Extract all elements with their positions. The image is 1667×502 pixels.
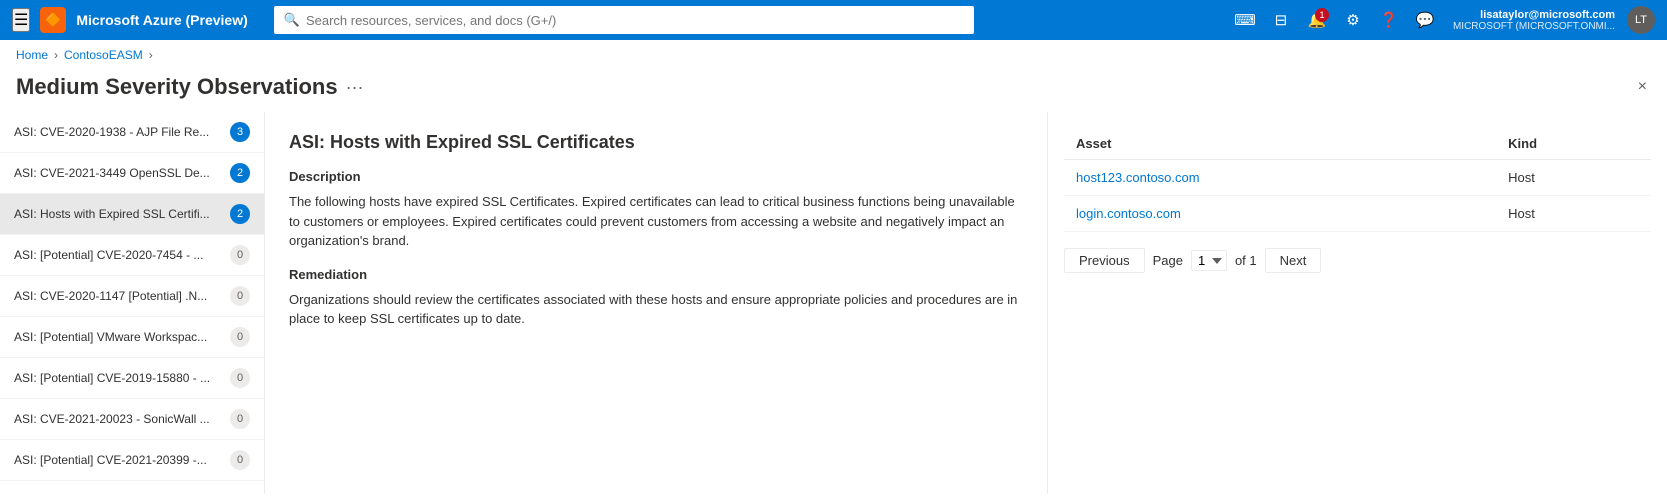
list-item-label: ASI: [Potential] VMware Workspac... [14, 330, 222, 344]
cell-asset: host123.contoso.com [1064, 160, 1496, 196]
list-item[interactable]: ASI: [Potential] CVE-2019-15880 - ... 0 [0, 358, 264, 399]
previous-button[interactable]: Previous [1064, 248, 1145, 273]
help-button[interactable]: ❓ [1373, 4, 1405, 36]
col-asset: Asset [1064, 128, 1496, 160]
page-header: Medium Severity Observations ··· × [0, 70, 1667, 112]
list-item-badge: 0 [230, 409, 250, 429]
list-item-badge: 0 [230, 245, 250, 265]
list-item-badge: 2 [230, 163, 250, 183]
list-item-label: ASI: Hosts with Expired SSL Certifi... [14, 207, 222, 221]
breadcrumb-sep-1: › [54, 48, 58, 62]
remediation-heading: Remediation [289, 267, 1023, 282]
table-row: login.contoso.com Host [1064, 196, 1651, 232]
list-item-label: ASI: CVE-2020-1938 - AJP File Re... [14, 125, 222, 139]
list-item-label: ASI: CVE-2020-1147 [Potential] .N... [14, 289, 222, 303]
list-item[interactable]: ASI: Hosts with Expired SSL Certifi... 2 [0, 194, 264, 235]
list-item-label: ASI: [Potential] CVE-2021-20399 -... [14, 453, 222, 467]
app-icon: 🔶 [40, 7, 66, 33]
page-title: Medium Severity Observations [16, 74, 338, 100]
table-row: host123.contoso.com Host [1064, 160, 1651, 196]
search-bar[interactable]: 🔍 [274, 6, 974, 34]
list-item-badge: 3 [230, 122, 250, 142]
assets-table: Asset Kind host123.contoso.comHostlogin.… [1064, 128, 1651, 232]
asset-link[interactable]: login.contoso.com [1076, 206, 1181, 221]
search-icon: 🔍 [284, 12, 300, 28]
topbar-actions: ⌨ ⊟ 🔔 1 ⚙ ❓ 💬 lisataylor@microsoft.com M… [1229, 4, 1655, 36]
list-item-label: ASI: [Potential] CVE-2020-7454 - ... [14, 248, 222, 262]
asset-link[interactable]: host123.contoso.com [1076, 170, 1200, 185]
user-name: lisataylor@microsoft.com [1480, 9, 1615, 21]
user-domain: MICROSOFT (MICROSOFT.ONMI... [1453, 21, 1615, 32]
breadcrumb-resource[interactable]: ContosoEASM [64, 48, 143, 62]
table-panel: Asset Kind host123.contoso.comHostlogin.… [1047, 112, 1667, 494]
list-item[interactable]: ASI: [Potential] CVE-2020-7454 - ... 0 [0, 235, 264, 276]
list-item-badge: 2 [230, 204, 250, 224]
avatar[interactable]: LT [1627, 6, 1655, 34]
feedback-button[interactable]: 💬 [1409, 4, 1441, 36]
settings-button[interactable]: ⚙ [1337, 4, 1369, 36]
sidebar-list: ASI: CVE-2020-1938 - AJP File Re...3ASI:… [0, 112, 265, 494]
list-item[interactable]: ASI: CVE-2021-20023 - SonicWall ... 0 [0, 399, 264, 440]
user-info[interactable]: lisataylor@microsoft.com MICROSOFT (MICR… [1453, 9, 1615, 32]
detail-panel: ASI: Hosts with Expired SSL Certificates… [265, 112, 1047, 494]
description-heading: Description [289, 169, 1023, 184]
search-input[interactable] [306, 13, 964, 28]
cell-kind: Host [1496, 196, 1651, 232]
cell-asset: login.contoso.com [1064, 196, 1496, 232]
list-item[interactable]: ASI: CVE-2020-1938 - AJP File Re... 3 [0, 112, 264, 153]
list-item-badge: 0 [230, 286, 250, 306]
remediation-body: Organizations should review the certific… [289, 290, 1023, 329]
list-item-label: ASI: [Potential] CVE-2019-15880 - ... [14, 371, 222, 385]
breadcrumb-sep-2: › [149, 48, 153, 62]
cloud-shell-button[interactable]: ⌨ [1229, 4, 1261, 36]
topbar: ☰ 🔶 Microsoft Azure (Preview) 🔍 ⌨ ⊟ 🔔 1 … [0, 0, 1667, 40]
directory-button[interactable]: ⊟ [1265, 4, 1297, 36]
list-item-badge: 0 [230, 368, 250, 388]
col-kind: Kind [1496, 128, 1651, 160]
page-select[interactable]: 1 [1191, 250, 1227, 271]
list-item[interactable]: ASI: [Potential] CVE-2021-20399 -... 0 [0, 440, 264, 481]
list-item[interactable]: ASI: CVE-2021-3449 OpenSSL De... 2 [0, 153, 264, 194]
next-button[interactable]: Next [1265, 248, 1322, 273]
detail-title: ASI: Hosts with Expired SSL Certificates [289, 132, 1023, 153]
cell-kind: Host [1496, 160, 1651, 196]
description-body: The following hosts have expired SSL Cer… [289, 192, 1023, 251]
list-item[interactable]: ASI: [Potential] VMware Workspac... 0 [0, 317, 264, 358]
list-item[interactable]: ASI: CVE-2020-1147 [Potential] .N... 0 [0, 276, 264, 317]
list-item-label: ASI: CVE-2021-20023 - SonicWall ... [14, 412, 222, 426]
more-options-button[interactable]: ··· [346, 77, 364, 98]
notifications-button[interactable]: 🔔 1 [1301, 4, 1333, 36]
list-item-badge: 0 [230, 450, 250, 470]
list-item-label: ASI: CVE-2021-3449 OpenSSL De... [14, 166, 222, 180]
close-button[interactable]: × [1634, 74, 1651, 100]
list-item-badge: 0 [230, 327, 250, 347]
app-title: Microsoft Azure (Preview) [76, 12, 247, 28]
main-area: ASI: CVE-2020-1938 - AJP File Re...3ASI:… [0, 112, 1667, 494]
of-label: of 1 [1235, 253, 1257, 268]
hamburger-menu[interactable]: ☰ [12, 8, 30, 32]
breadcrumb: Home › ContosoEASM › [0, 40, 1667, 70]
pagination: Previous Page 1 of 1 Next [1064, 248, 1651, 273]
notification-badge: 1 [1315, 8, 1329, 22]
page-label: Page [1153, 253, 1183, 268]
breadcrumb-home[interactable]: Home [16, 48, 48, 62]
